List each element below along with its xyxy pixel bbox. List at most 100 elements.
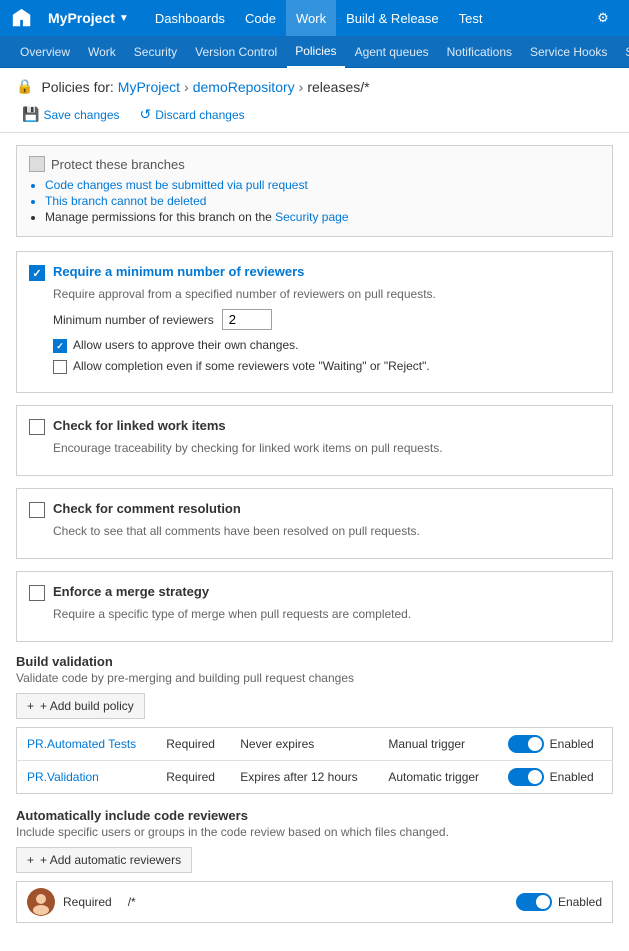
build-row-1-trigger: Manual trigger [378, 728, 497, 761]
build-validation-title: Build validation [16, 654, 613, 669]
allow-own-approval-row: ✓ Allow users to approve their own chang… [53, 338, 600, 353]
linked-work-items-policy: Check for linked work items Encourage tr… [16, 405, 613, 476]
min-reviewers-input[interactable] [222, 309, 272, 330]
linked-work-items-title[interactable]: Check for linked work items [53, 418, 226, 433]
add-reviewers-icon: + [27, 853, 34, 867]
policy-icon: 🔒 [16, 78, 33, 95]
top-nav: MyProject ▼ Dashboards Code Work Build &… [0, 0, 629, 36]
add-build-icon: + [27, 699, 34, 713]
tab-security[interactable]: Security [126, 36, 185, 68]
build-row-1: PR.Automated Tests Required Never expire… [17, 728, 613, 761]
nav-work[interactable]: Work [286, 0, 336, 36]
project-chevron-icon: ▼ [119, 13, 129, 24]
protect-branches-box: Protect these branches Code changes must… [16, 145, 613, 237]
protect-check-icon [29, 156, 45, 172]
build-row-1-name[interactable]: PR.Automated Tests [17, 728, 157, 761]
save-changes-button[interactable]: 💾 Save changes [16, 103, 126, 126]
comment-resolution-checkbox[interactable] [29, 502, 45, 518]
allow-own-approval-checkbox[interactable]: ✓ [53, 339, 67, 353]
tab-work[interactable]: Work [80, 36, 124, 68]
tab-agent-queues[interactable]: Agent queues [347, 36, 437, 68]
breadcrumb-label: Policies for: [41, 79, 113, 95]
build-row-2-trigger: Automatic trigger [378, 761, 497, 794]
linked-work-items-header: Check for linked work items [29, 418, 600, 435]
reviewer-row-1: Required /* Enabled [16, 881, 613, 923]
protect-item-1[interactable]: Code changes must be submitted via pull … [45, 178, 600, 192]
merge-strategy-desc: Require a specific type of merge when pu… [53, 607, 600, 621]
breadcrumb-branch: releases/* [307, 79, 369, 95]
min-reviewers-header: ✓ Require a minimum number of reviewers [29, 264, 600, 281]
comment-resolution-header: Check for comment resolution [29, 501, 600, 518]
reviewer-required-label: Required [63, 895, 112, 909]
build-row-2-toggle-label: Enabled [550, 770, 594, 784]
build-row-2-required: Required [156, 761, 230, 794]
reviewer-toggle[interactable] [516, 893, 552, 911]
merge-strategy-title[interactable]: Enforce a merge strategy [53, 584, 209, 599]
nav-code[interactable]: Code [235, 0, 286, 36]
build-row-1-toggle-cell: Enabled [498, 728, 613, 761]
add-build-label: + Add build policy [40, 699, 134, 713]
merge-strategy-checkbox[interactable] [29, 585, 45, 601]
protect-title: Protect these branches [29, 156, 600, 172]
reviewer-avatar-icon [27, 888, 55, 916]
reviewer-toggle-knob [536, 895, 550, 909]
add-reviewers-button[interactable]: + + Add automatic reviewers [16, 847, 192, 873]
add-reviewers-label: + Add automatic reviewers [40, 853, 181, 867]
min-reviewers-input-row: Minimum number of reviewers [53, 309, 600, 330]
breadcrumb-repo[interactable]: demoRepository [193, 79, 295, 95]
breadcrumb-sep2: › [299, 79, 304, 95]
nav-build-release[interactable]: Build & Release [336, 0, 449, 36]
reviewer-path: /* [128, 895, 508, 909]
main-content: Protect these branches Code changes must… [0, 133, 629, 951]
build-row-2: PR.Validation Required Expires after 12 … [17, 761, 613, 794]
top-nav-links: Dashboards Code Work Build & Release Tes… [145, 0, 493, 36]
merge-strategy-policy: Enforce a merge strategy Require a speci… [16, 571, 613, 642]
app-logo[interactable] [8, 4, 36, 32]
build-row-2-toggle[interactable] [508, 768, 544, 786]
build-row-2-toggle-container: Enabled [508, 768, 602, 786]
build-row-2-toggle-knob [528, 770, 542, 784]
allow-completion-checkbox[interactable] [53, 360, 67, 374]
nav-test[interactable]: Test [449, 0, 493, 36]
tab-services[interactable]: Services [617, 36, 629, 68]
protect-list: Code changes must be submitted via pull … [45, 178, 600, 224]
auto-reviewers-desc: Include specific users or groups in the … [16, 825, 613, 839]
reviewer-toggle-label: Enabled [558, 895, 602, 909]
comment-resolution-title[interactable]: Check for comment resolution [53, 501, 241, 516]
tab-policies[interactable]: Policies [287, 36, 344, 68]
build-row-1-toggle-label: Enabled [550, 737, 594, 751]
discard-changes-button[interactable]: ↺ Discard changes [134, 103, 251, 126]
nav-dashboards[interactable]: Dashboards [145, 0, 235, 36]
build-policy-table: PR.Automated Tests Required Never expire… [16, 727, 613, 794]
build-row-2-toggle-cell: Enabled [498, 761, 613, 794]
build-row-2-name[interactable]: PR.Validation [17, 761, 157, 794]
reviewer-avatar [27, 888, 55, 916]
comment-resolution-desc: Check to see that all comments have been… [53, 524, 600, 538]
allow-completion-row: Allow completion even if some reviewers … [53, 359, 600, 374]
breadcrumb-project[interactable]: MyProject [118, 79, 180, 95]
tab-overview[interactable]: Overview [12, 36, 78, 68]
breadcrumb: 🔒 Policies for: MyProject › demoReposito… [16, 78, 613, 95]
comment-resolution-policy: Check for comment resolution Check to se… [16, 488, 613, 559]
min-reviewers-body: Minimum number of reviewers ✓ Allow user… [53, 309, 600, 374]
linked-work-items-checkbox[interactable] [29, 419, 45, 435]
build-row-1-toggle-container: Enabled [508, 735, 602, 753]
security-page-link[interactable]: Security page [275, 210, 348, 224]
add-build-policy-button[interactable]: + + Add build policy [16, 693, 145, 719]
min-reviewers-checkbox[interactable]: ✓ [29, 265, 45, 281]
auto-reviewers-title: Automatically include code reviewers [16, 808, 613, 823]
tab-notifications[interactable]: Notifications [439, 36, 520, 68]
reviewer-toggle-container: Enabled [516, 893, 602, 911]
page-actions: 💾 Save changes ↺ Discard changes [16, 103, 613, 126]
protect-item-2[interactable]: This branch cannot be deleted [45, 194, 600, 208]
project-selector[interactable]: MyProject ▼ [40, 10, 137, 26]
breadcrumb-sep1: › [184, 79, 189, 95]
settings-icon[interactable]: ⚙ [585, 0, 621, 36]
auto-reviewers-section: Automatically include code reviewers Inc… [16, 808, 613, 923]
min-reviewers-title[interactable]: Require a minimum number of reviewers [53, 264, 304, 279]
build-row-1-toggle[interactable] [508, 735, 544, 753]
tab-service-hooks[interactable]: Service Hooks [522, 36, 615, 68]
tab-version-control[interactable]: Version Control [187, 36, 285, 68]
page-header: 🔒 Policies for: MyProject › demoReposito… [0, 68, 629, 133]
build-row-1-expiry: Never expires [230, 728, 378, 761]
